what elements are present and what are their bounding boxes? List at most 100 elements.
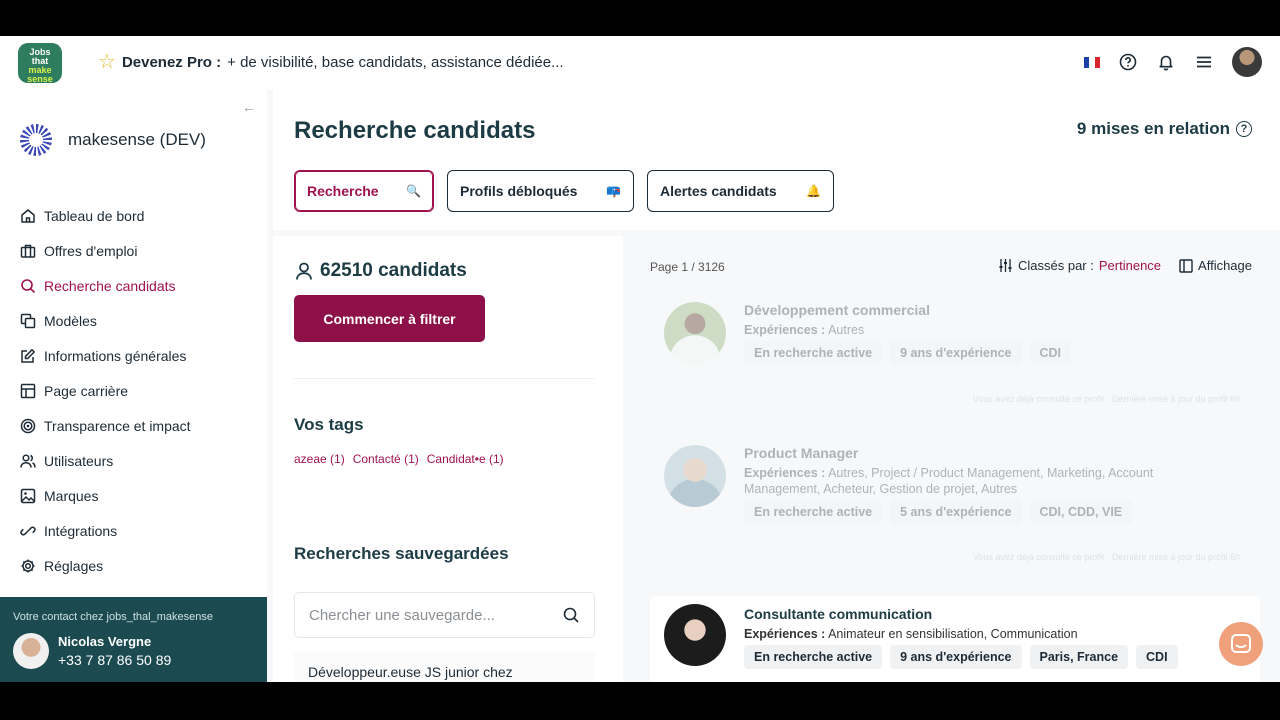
columns-icon [1179,258,1193,273]
sliders-icon [999,259,1012,272]
sidebar-item-settings[interactable]: Réglages [20,548,191,583]
start-filter-button[interactable]: Commencer à filtrer [294,295,485,342]
tab-label: Profils débloqués [460,183,578,199]
contact-phone[interactable]: +33 7 87 86 50 89 [58,652,171,668]
saved-searches-title: Recherches sauvegardées [294,544,509,563]
sidebar-item-brands[interactable]: Marques [20,478,191,513]
sidebar-item-jobs[interactable]: Offres d'emploi [20,233,191,268]
jobs-that-make-sense-logo[interactable]: Jobs that make sense [18,43,62,83]
sidebar-item-label: Transparence et impact [44,417,191,434]
contact-avatar [13,633,49,669]
logo-line: sense [27,74,53,84]
saved-search-item[interactable]: Développeur.euse JS junior chez [294,652,595,682]
collapse-arrow-icon[interactable]: ← [242,99,256,115]
plug-icon [20,523,36,539]
candidate-photo [664,445,726,507]
tag-link[interactable]: azeae (1) [294,452,345,466]
candidate-count: 62510 candidats [294,260,467,282]
sidebar-item-label: Intégrations [44,522,118,539]
sidebar-item-label: Réglages [44,557,104,574]
sidebar-item-dashboard[interactable]: Tableau de bord [20,198,191,233]
tab-search[interactable]: Recherche 🔍 [294,170,434,212]
sidebar-item-general-info[interactable]: Informations générales [20,338,191,373]
saved-search-input[interactable] [309,606,539,624]
candidate-tag: En recherche active [744,500,883,524]
image-icon [20,488,36,504]
sort-value: Pertinence [1098,258,1162,273]
sidebar-item-integrations[interactable]: Intégrations [20,513,191,548]
bell-icon[interactable] [1156,52,1176,72]
chat-bubble-button[interactable] [1219,622,1263,666]
sort-control[interactable]: Classés par : Pertinence [998,258,1161,273]
sidebar-item-candidate-search[interactable]: Recherche candidats [20,268,191,303]
organization[interactable]: makesense (DEV) [20,124,206,156]
layout-icon [20,383,36,399]
page-indicator: Page 1 / 3126 [650,260,725,274]
search-icon[interactable] [562,606,580,624]
magnifier-icon: 🔍 [406,184,421,198]
contact-name: Nicolas Vergne [58,634,152,649]
candidate-tag: En recherche active [744,645,883,669]
results-controls: Classés par : Pertinence Affichage [998,258,1252,273]
candidate-tag: 9 ans d'expérience [890,341,1022,365]
tab-unlocked-profiles[interactable]: Profils débloqués 📪 [447,170,634,212]
user-avatar[interactable] [1232,47,1262,77]
sidebar-item-career-page[interactable]: Page carrière [20,373,191,408]
candidate-tag: CDI [1136,645,1178,669]
menu-icon[interactable] [1194,52,1214,72]
candidate-note: Vous avez déjà consulté ce profil · Dern… [972,552,1240,562]
connections-label: 9 mises en relation [1076,119,1230,138]
fr-flag-icon[interactable] [1084,56,1100,68]
sidebar-item-label: Modèles [44,312,97,329]
page-header: Recherche candidats 9 mises en relation … [273,90,1280,230]
page-title: Recherche candidats [294,117,536,144]
filter-panel: 62510 candidats Commencer à filtrer Vos … [273,236,623,682]
candidate-tag: 9 ans d'expérience [890,645,1022,669]
display-toggle[interactable]: Affichage [1179,258,1252,273]
top-icons [1084,47,1262,77]
candidate-note: Vous avez déjà consulté ce profil · Dern… [972,394,1240,404]
tab-label: Recherche [307,183,379,199]
edit-icon [20,348,36,364]
candidate-photo [664,302,726,364]
sidebar-item-templates[interactable]: Modèles [20,303,191,338]
candidate-title: Product Manager [744,445,859,461]
briefcase-icon [20,243,36,259]
candidate-card[interactable]: Product Manager Expériences : Autres, Pr… [650,445,1260,565]
sidebar-item-transparency[interactable]: Transparence et impact [20,408,191,443]
candidate-tags: En recherche active 9 ans d'expérience C… [744,341,1072,365]
sidebar-nav: Tableau de bord Offres d'emploi Recherch… [20,198,191,583]
sidebar-item-users[interactable]: Utilisateurs [20,443,191,478]
exp-value: Autres [828,323,865,337]
tag-link[interactable]: Candidat•e (1) [427,452,504,466]
candidate-title: Consultante communication [744,606,933,622]
candidate-count-label: 62510 candidats [320,260,467,281]
connections-count[interactable]: 9 mises en relation ? [1077,119,1252,139]
users-icon [20,453,36,469]
target-icon [20,418,36,434]
bell-icon: 🔔 [806,184,821,198]
sidebar-item-label: Informations générales [44,347,187,364]
help-icon[interactable]: ? [1236,121,1252,137]
sort-label: Classés par : [1018,258,1094,273]
candidate-card[interactable]: Consultante communication Expériences : … [650,596,1260,682]
candidate-card[interactable]: Développement commercial Expériences : A… [650,302,1260,412]
tab-candidate-alerts[interactable]: Alertes candidats 🔔 [647,170,834,212]
saved-search-box [294,592,595,638]
user-icon [296,262,312,280]
help-icon[interactable] [1118,52,1138,72]
candidate-experiences: Expériences : Animateur en sensibilisati… [744,626,1184,642]
copy-icon [20,313,36,329]
exp-label: Expériences : [744,627,826,641]
candidate-title: Développement commercial [744,302,930,318]
candidate-tag: CDI, CDD, VIE [1029,500,1133,524]
main-content: Recherche candidats 9 mises en relation … [273,90,1280,682]
org-name: makesense (DEV) [68,130,206,149]
candidate-tags: En recherche active 9 ans d'expérience P… [744,645,1178,669]
divider [294,378,594,379]
home-icon [20,208,36,224]
candidate-photo [664,604,726,666]
pro-promo-banner[interactable]: ☆ Devenez Pro : + de visibilité, base ca… [98,52,564,72]
promo-text: + de visibilité, base candidats, assista… [227,53,564,71]
tag-link[interactable]: Contacté (1) [353,452,419,466]
